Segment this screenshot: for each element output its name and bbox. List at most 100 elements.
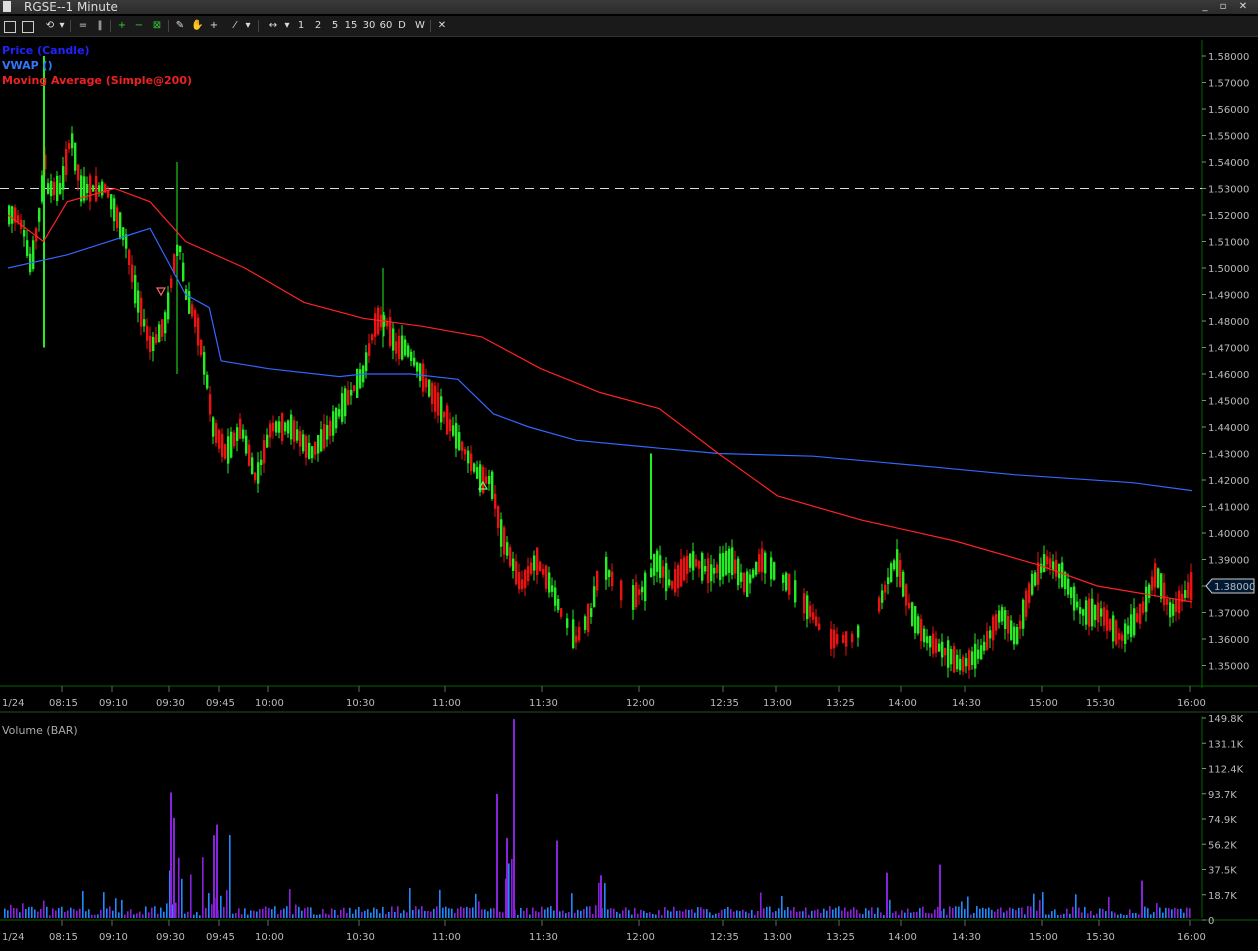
volume-bar xyxy=(1162,912,1164,918)
volume-bar xyxy=(631,914,633,918)
volume-bar xyxy=(511,858,513,918)
volume-bar xyxy=(178,857,180,918)
volume-bar xyxy=(358,907,360,918)
volume-bar xyxy=(745,911,747,918)
volume-bar xyxy=(394,912,396,918)
volume-bar xyxy=(19,912,21,918)
candle-body xyxy=(272,422,275,432)
volume-bar xyxy=(595,905,597,918)
volume-bar xyxy=(655,914,657,918)
volume-bar xyxy=(445,906,447,918)
candle-body xyxy=(749,574,752,584)
candle-body xyxy=(1031,573,1034,595)
candle-body xyxy=(1010,620,1013,640)
price-tick-label: 1.35000 xyxy=(1208,662,1249,673)
candle-body xyxy=(998,610,1001,623)
candle-body xyxy=(464,449,467,455)
volume-bar xyxy=(367,909,369,918)
volume-bar xyxy=(1003,912,1005,918)
volume-bar xyxy=(421,906,423,918)
volume-bar xyxy=(532,907,534,918)
candle-body xyxy=(92,185,95,192)
volume-bar xyxy=(400,913,402,918)
volume-bar xyxy=(979,908,981,918)
volume-bar xyxy=(463,907,465,918)
price-time-label: 11:30 xyxy=(529,698,558,709)
candle-body xyxy=(56,175,59,202)
volume-bar xyxy=(847,911,849,918)
candle-body xyxy=(224,444,227,459)
volume-bar xyxy=(385,913,387,918)
volume-bar xyxy=(952,907,954,918)
volume-bar xyxy=(466,906,468,918)
candle-body xyxy=(395,341,398,354)
volume-bar xyxy=(133,914,135,918)
volume-bar xyxy=(304,908,306,918)
candle-body xyxy=(731,547,734,576)
chart-canvas[interactable]: 1.58000 1.57000 1.56000 1.55000 1.54000 1.530… xyxy=(0,0,1258,951)
legend-vwap: VWAP () xyxy=(2,59,53,72)
candle-body xyxy=(1004,610,1007,630)
vwap-line xyxy=(7,227,1193,492)
volume-bar xyxy=(538,912,540,918)
volume-time-label: 12:35 xyxy=(710,932,739,943)
candle-body xyxy=(728,548,731,573)
volume-bar xyxy=(703,909,705,918)
volume-bar xyxy=(829,906,831,918)
candle-body xyxy=(116,207,119,228)
volume-bar xyxy=(712,915,714,918)
candle-body xyxy=(536,547,539,576)
candle-body xyxy=(1136,613,1139,623)
candle-body xyxy=(47,183,50,194)
volume-bar xyxy=(148,912,150,918)
candle-body xyxy=(506,542,509,556)
volume-bar xyxy=(274,906,276,918)
volume-bar xyxy=(513,719,515,918)
volume-bar xyxy=(157,913,159,918)
volume-bar xyxy=(424,910,426,918)
candle-body xyxy=(983,641,986,651)
price-time-label: 11:00 xyxy=(432,698,461,709)
volume-bar xyxy=(907,908,909,918)
volume-bar xyxy=(139,911,141,918)
volume-bar xyxy=(472,907,474,918)
moving-average-line xyxy=(7,187,1193,603)
candle-body xyxy=(284,422,287,432)
volume-bar xyxy=(271,909,273,918)
volume-bar xyxy=(448,908,450,918)
candle-body xyxy=(164,312,167,334)
volume-bar xyxy=(352,913,354,918)
volume-bar xyxy=(1111,911,1113,918)
volume-bar xyxy=(1039,900,1041,918)
volume-bar xyxy=(124,914,126,918)
candle-body xyxy=(1001,607,1004,622)
volume-bar xyxy=(556,840,558,918)
volume-bar xyxy=(970,914,972,918)
candle-body xyxy=(368,343,371,356)
candle-body xyxy=(371,334,374,341)
candle-body xyxy=(296,429,299,441)
volume-bar xyxy=(1189,908,1191,918)
candle-body xyxy=(926,636,929,644)
candle-body xyxy=(455,423,458,449)
candle-body xyxy=(752,569,755,578)
price-time-label: 10:00 xyxy=(255,698,284,709)
legend-price: Price (Candle) xyxy=(2,44,90,57)
candle-body xyxy=(1118,633,1121,640)
volume-bar xyxy=(175,902,177,918)
volume-bar xyxy=(76,910,78,918)
volume-bar xyxy=(1144,906,1146,918)
volume-bar xyxy=(739,911,741,918)
volume-bar xyxy=(73,909,75,918)
volume-bar xyxy=(718,913,720,918)
candle-body xyxy=(113,198,116,222)
volume-bar xyxy=(1081,912,1083,918)
candle-body xyxy=(1052,561,1055,570)
volume-bar xyxy=(502,912,504,918)
volume-tick-label: 56.2K xyxy=(1208,840,1237,851)
candle-body xyxy=(1007,616,1010,634)
price-tick-label: 1.57000 xyxy=(1208,79,1249,90)
candle-body xyxy=(920,619,923,642)
candle-body xyxy=(281,413,284,441)
volume-bar xyxy=(1090,910,1092,918)
